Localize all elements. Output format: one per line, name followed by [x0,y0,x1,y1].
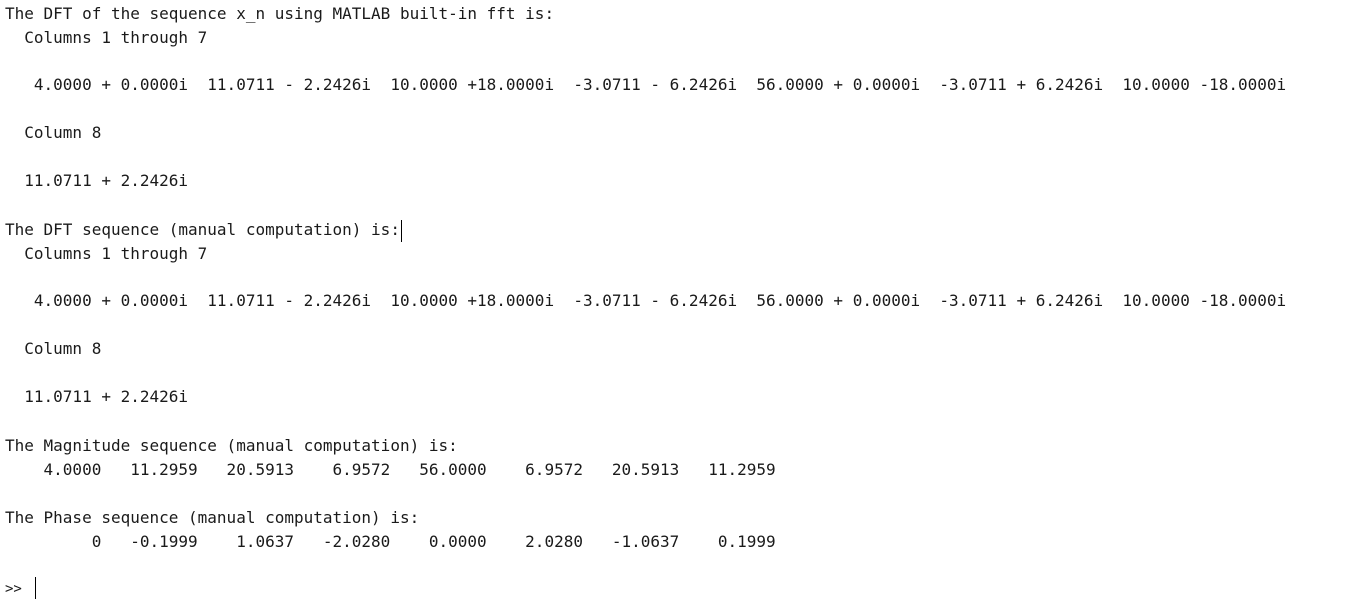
phase-header: The Phase sequence (manual computation) … [5,508,420,527]
fft-column8-value: 11.0711 + 2.2426i [5,171,189,190]
magnitude-values: 4.0000 11.2959 20.5913 6.9572 56.0000 6.… [5,460,776,479]
manual-column8-value: 11.0711 + 2.2426i [5,387,189,406]
fft-columns-header: Columns 1 through 7 [5,28,208,47]
fft-columns-values: 4.0000 + 0.0000i 11.0711 - 2.2426i 10.00… [5,75,1287,94]
phase-values: 0 -0.1999 1.0637 -2.0280 0.0000 2.0280 -… [5,532,776,551]
magnitude-header: The Magnitude sequence (manual computati… [5,436,458,455]
manual-dft-header-line: The DFT sequence (manual computation) is… [5,218,402,242]
manual-dft-header: The DFT sequence (manual computation) is… [5,220,400,239]
fft-header: The DFT of the sequence x_n using MATLAB… [5,4,555,23]
command-prompt[interactable]: >> [5,577,30,601]
text-cursor [400,219,402,242]
manual-columns-header: Columns 1 through 7 [5,244,208,263]
fft-column8-header: Column 8 [5,123,102,142]
command-window[interactable]: The DFT of the sequence x_n using MATLAB… [0,0,1353,600]
prompt-cursor [35,577,36,599]
manual-column8-header: Column 8 [5,339,102,358]
manual-columns-values: 4.0000 + 0.0000i 11.0711 - 2.2426i 10.00… [5,291,1287,310]
